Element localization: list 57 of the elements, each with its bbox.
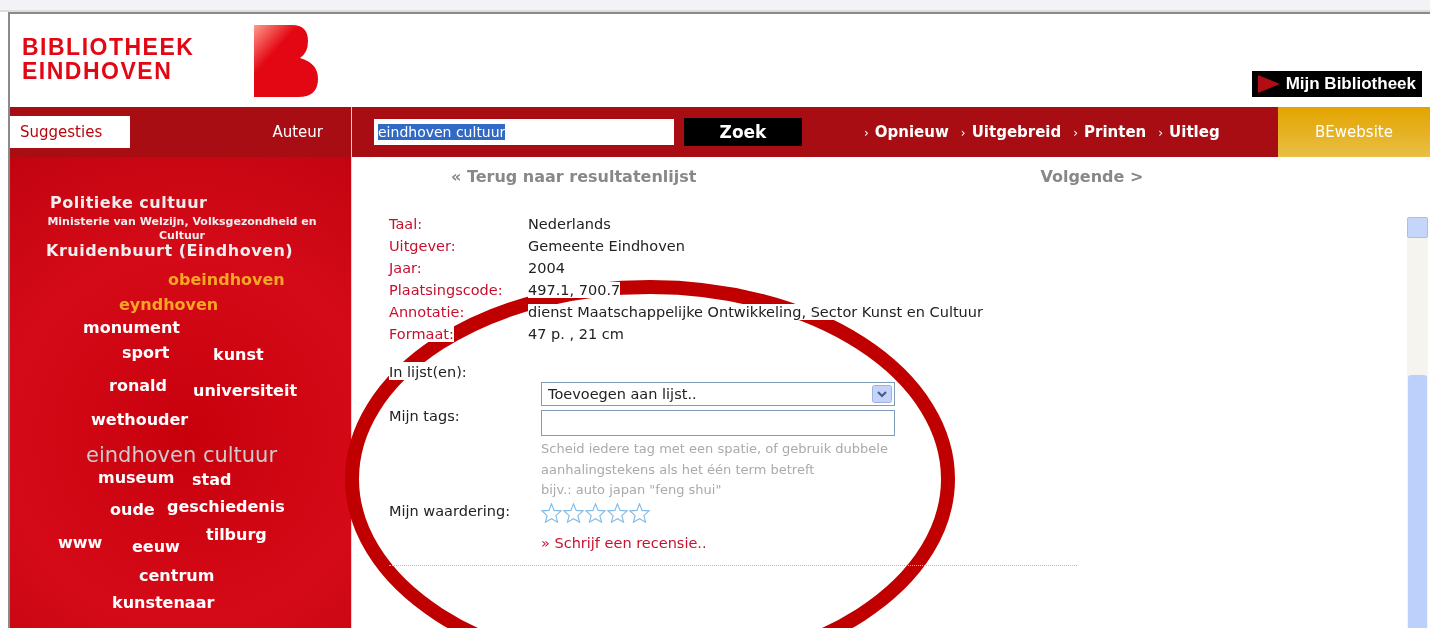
field-value: 497.1, 700.7 [528,282,621,298]
next-link[interactable]: Volgende > [1040,167,1144,186]
cloud-tag[interactable]: eeuw [132,539,180,555]
my-library-button[interactable]: Mijn Bibliotheek [1251,71,1422,97]
cloud-tag[interactable]: wethouder [91,412,189,428]
field-label: Formaat: [389,326,454,342]
field-label: Taal: [389,216,423,232]
cloud-tag[interactable]: eindhoven cultuur [86,445,278,466]
chevron-icon: › [960,126,966,140]
list-dropdown[interactable]: Toevoegen aan lijst.. [541,382,895,406]
field-label: Annotatie: [389,304,465,320]
field-value: Nederlands [528,216,611,232]
field-value: 2004 [528,260,565,276]
nav-link[interactable]: Opnieuw [874,123,949,141]
sidebar-tab[interactable]: Auteur [262,116,351,148]
cloud-tag[interactable]: tilburg [206,527,267,543]
example-text: bijv.: auto japan "feng shui" [541,481,723,499]
chevron-icon: › [1073,126,1079,140]
chevron-icon: › [864,126,869,140]
cloud-tag[interactable]: Kruidenbuurt (Eindhoven) [46,243,294,259]
cloud-tag[interactable]: kunstenaar [112,595,215,611]
cloud-tag[interactable]: monument [83,320,180,336]
search-button[interactable]: Zoek [684,118,802,146]
cloud-tag[interactable]: sport [122,345,170,361]
tags-input-field[interactable] [541,410,895,436]
field-value: dienst Maatschappelijke Ontwikkeling, Sector Kunst en Cultuur [528,304,983,320]
chevron-icon: › [1158,126,1164,140]
cloud-tag[interactable]: centrum [139,568,215,584]
nav-link[interactable]: Uitgebreid [971,123,1062,141]
cloud-tag[interactable]: stad [192,472,232,488]
cloud-tag[interactable]: museum [98,470,175,486]
cloud-tag[interactable]: Politieke cultuur [50,195,208,211]
cloud-tag[interactable]: geschiedenis [167,499,285,515]
back-link[interactable]: « Terug naar resultatenlijst [451,167,697,186]
cloud-tag[interactable]: universiteit [193,383,298,399]
play-triangle-icon [1257,75,1280,93]
sidebar-tab[interactable]: Suggesties [10,116,131,148]
field-label: Uitgever: [389,238,456,254]
logo-text: BIBLIOTHEEK [22,35,195,59]
search-field[interactable]: eindhoven cultuur [374,119,674,145]
review-link[interactable]: » Schrijf een recensie.. [541,534,895,551]
logo-text: EINDHOVEN [22,59,174,83]
field-value: 47 p. , 21 cm [528,326,624,342]
field-label: In lijst(en): [389,362,467,380]
nav-link[interactable]: Uitleg [1169,123,1220,141]
field-value: Gemeente Eindhoven [528,238,685,254]
field-label: Jaar: [389,260,422,276]
cloud-tag[interactable]: Ministerie van Welzijn, Volksgezondheid en Cultuur [32,215,332,244]
field-label: Plaatsingscode: [389,282,503,298]
cloud-tag[interactable]: oude [110,502,155,518]
nav-link[interactable]: Printen [1084,123,1147,141]
cloud-tag[interactable]: www [58,535,103,551]
scroll-up-icon[interactable] [1407,217,1428,238]
logo-mark-icon [254,25,319,97]
cloud-tag[interactable]: ronald [109,378,167,394]
scrollbar[interactable] [1407,217,1428,628]
cloud-tag[interactable]: kunst [213,347,264,363]
